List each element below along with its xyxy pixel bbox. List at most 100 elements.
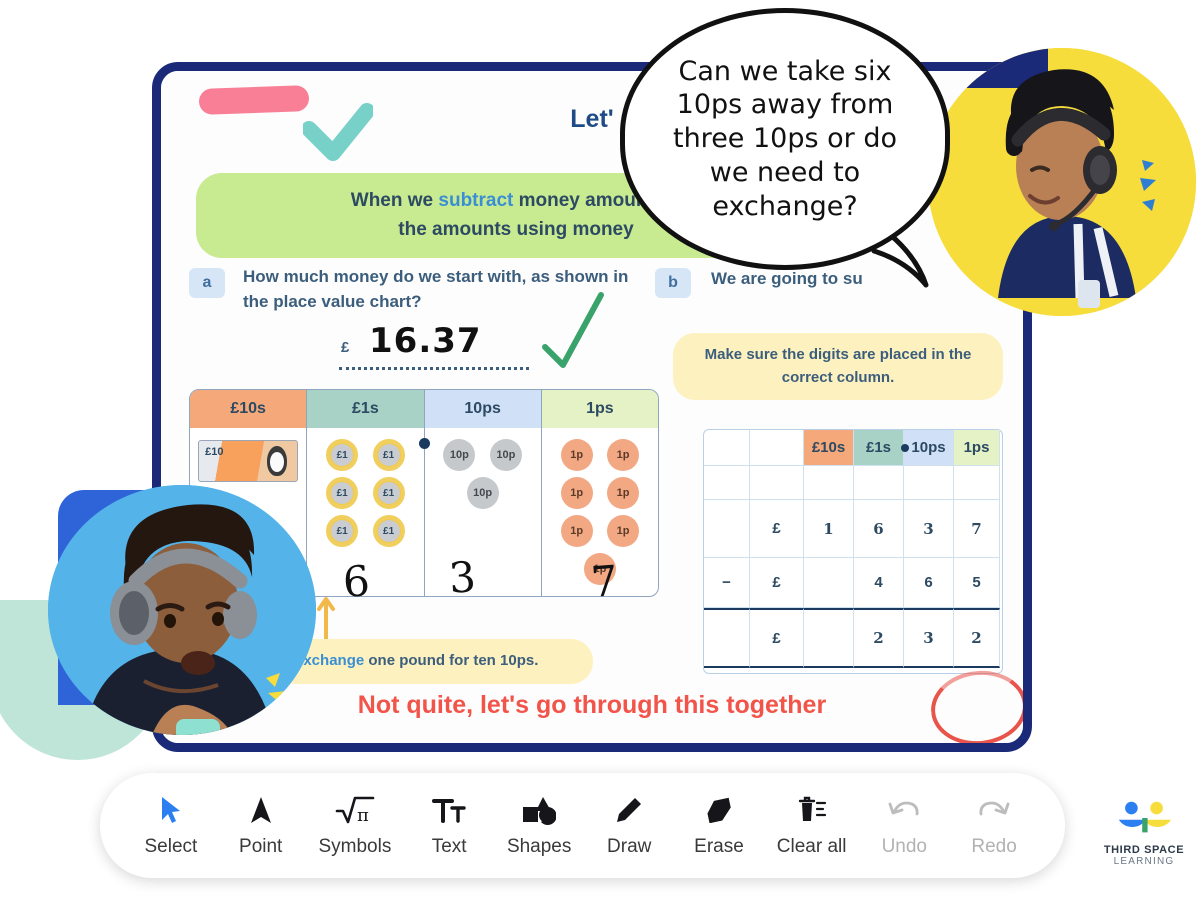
pv-col-header-onep: 1ps (541, 390, 658, 428)
lesson-screen: Let' When we subtract money amounts u th… (0, 0, 1200, 900)
one-pence-coin: 1p (607, 477, 640, 509)
pv-col-header-tenp: 10ps (424, 390, 542, 428)
sg-r1-operator (704, 500, 750, 558)
hint-box-exchange: exchange one pound for ten 10ps. (273, 639, 593, 684)
sg-r3-currency: £ (750, 608, 804, 668)
sg-r2-currency: £ (750, 558, 804, 608)
speech-bubble: Can we take six 10ps away from three 10p… (620, 8, 950, 270)
pound-coin: £1 (372, 515, 405, 547)
sg-r3-ones[interactable]: 2 (854, 608, 904, 668)
sg-r3-onep[interactable]: 2 (954, 608, 1000, 668)
sg-blank[interactable] (854, 466, 904, 500)
tool-label: Shapes (506, 836, 572, 857)
undo-icon (888, 793, 920, 827)
column-subtraction-grid[interactable]: £10s £1s 10ps 1ps £ 1 6 3 7 − £ 4 6 5 £ … (703, 429, 1003, 674)
tool-label: Erase (694, 836, 744, 857)
logo-text-line1: THIRD SPACE (1103, 844, 1185, 856)
sg-r1-tenp[interactable]: 3 (904, 500, 954, 558)
sg-blank (704, 430, 750, 466)
tool-draw[interactable]: Draw (597, 793, 661, 858)
sg-r2-onep[interactable]: 5 (954, 558, 1000, 608)
question-badge-a: a (189, 268, 225, 298)
sg-r2-operator: − (704, 558, 750, 608)
answer-value[interactable]: 16.37 (369, 321, 482, 361)
handwritten-count-onep: 7 (589, 556, 620, 607)
tool-point[interactable]: Point (229, 793, 293, 858)
sg-r3-tenp[interactable]: 3 (904, 608, 954, 668)
text-icon (432, 793, 466, 827)
tool-clear-all[interactable]: Clear all (776, 793, 847, 858)
pound-coin: £1 (372, 439, 405, 471)
svg-text:π: π (357, 805, 369, 825)
correct-tick-icon (539, 289, 609, 378)
sg-decimal-dot (901, 443, 909, 452)
sg-blank[interactable] (750, 466, 804, 500)
sg-blank[interactable] (954, 466, 1000, 500)
tool-label: Redo (971, 836, 1017, 857)
sg-r1-onep[interactable]: 7 (954, 500, 1000, 558)
tutor-video-avatar[interactable] (928, 48, 1196, 316)
handwritten-count-ones: 6 (341, 556, 372, 607)
question-text-b: We are going to su (711, 269, 863, 288)
banner-text-line2: the amounts using money (398, 218, 634, 240)
pointer-arrow-icon (249, 793, 273, 827)
sg-header-tenp: 10ps (901, 430, 954, 466)
tool-shapes[interactable]: Shapes (507, 793, 571, 858)
tool-label: Clear all (776, 836, 847, 857)
note-label: £10 (205, 446, 224, 458)
student-video-avatar[interactable] (48, 485, 316, 735)
pound-coin: £1 (372, 477, 405, 509)
hint-text: one pound for ten 10ps. (364, 652, 539, 669)
ten-pence-coin: 10p (489, 439, 522, 471)
banner-keyword: subtract (438, 190, 514, 211)
hint-box-column: Make sure the digits are placed in the c… (673, 333, 1003, 400)
sg-r2-tenp[interactable]: 6 (904, 558, 954, 608)
pound-coin: £1 (326, 515, 359, 547)
redo-icon (978, 793, 1010, 827)
place-value-chart-header: £10s £1s 10ps 1ps (190, 390, 658, 428)
cursor-icon (159, 793, 183, 827)
sg-blank[interactable] (904, 466, 954, 500)
sg-header-onep: 1ps (954, 430, 1000, 466)
sg-r1-currency: £ (750, 500, 804, 558)
ten-pound-note: £10 (198, 440, 299, 482)
sg-blank[interactable] (804, 466, 854, 500)
one-pence-coin: 1p (607, 439, 640, 471)
tool-label: Point (239, 836, 283, 857)
sg-r3-tens[interactable] (804, 608, 854, 668)
pv-cell-tenp[interactable]: 10p 10p 10p (418, 428, 542, 596)
tool-select[interactable]: Select (139, 793, 203, 858)
speech-bubble-text: Can we take six 10ps away from three 10p… (672, 55, 897, 222)
tool-undo[interactable]: Undo (872, 793, 936, 858)
tool-text[interactable]: Text (417, 793, 481, 858)
sg-r1-tens[interactable]: 1 (804, 500, 854, 558)
brand-logo: THIRD SPACE LEARNING (1098, 800, 1190, 867)
decimal-point-marker (418, 438, 430, 449)
handwritten-count-tenp: 3 (447, 552, 478, 603)
pound-coin: £1 (326, 477, 359, 509)
one-pence-coin: 1p (560, 439, 593, 471)
answer-dotted-line (339, 367, 529, 370)
sg-r2-ones[interactable]: 4 (854, 558, 904, 608)
sg-r1-ones[interactable]: 6 (854, 500, 904, 558)
logo-text-line2: LEARNING (1113, 856, 1175, 867)
answer-currency-symbol: £ (341, 339, 350, 356)
shapes-icon (522, 793, 557, 827)
drawing-toolbar: Select Point π Symbols Text Shapes Draw … (100, 773, 1065, 878)
ten-pence-coin: 10p (443, 439, 476, 471)
question-badge-b: b (655, 268, 691, 298)
tool-symbols[interactable]: π Symbols (318, 793, 391, 858)
tool-label: Symbols (318, 836, 392, 857)
pencil-icon (615, 793, 643, 827)
tool-redo[interactable]: Redo (962, 793, 1026, 858)
pv-col-header-ones: £1s (307, 390, 425, 428)
sg-blank[interactable] (704, 466, 750, 500)
sg-blank (750, 430, 804, 466)
sg-r3-operator (704, 608, 750, 668)
sg-r2-tens[interactable] (804, 558, 854, 608)
feedback-message: Not quite, let's go through this togethe… (357, 691, 827, 719)
tool-label: Select (144, 836, 198, 857)
tool-erase[interactable]: Erase (687, 793, 751, 858)
pv-col-header-tens: £10s (190, 390, 308, 428)
sg-header-ones: £1s (854, 430, 904, 466)
